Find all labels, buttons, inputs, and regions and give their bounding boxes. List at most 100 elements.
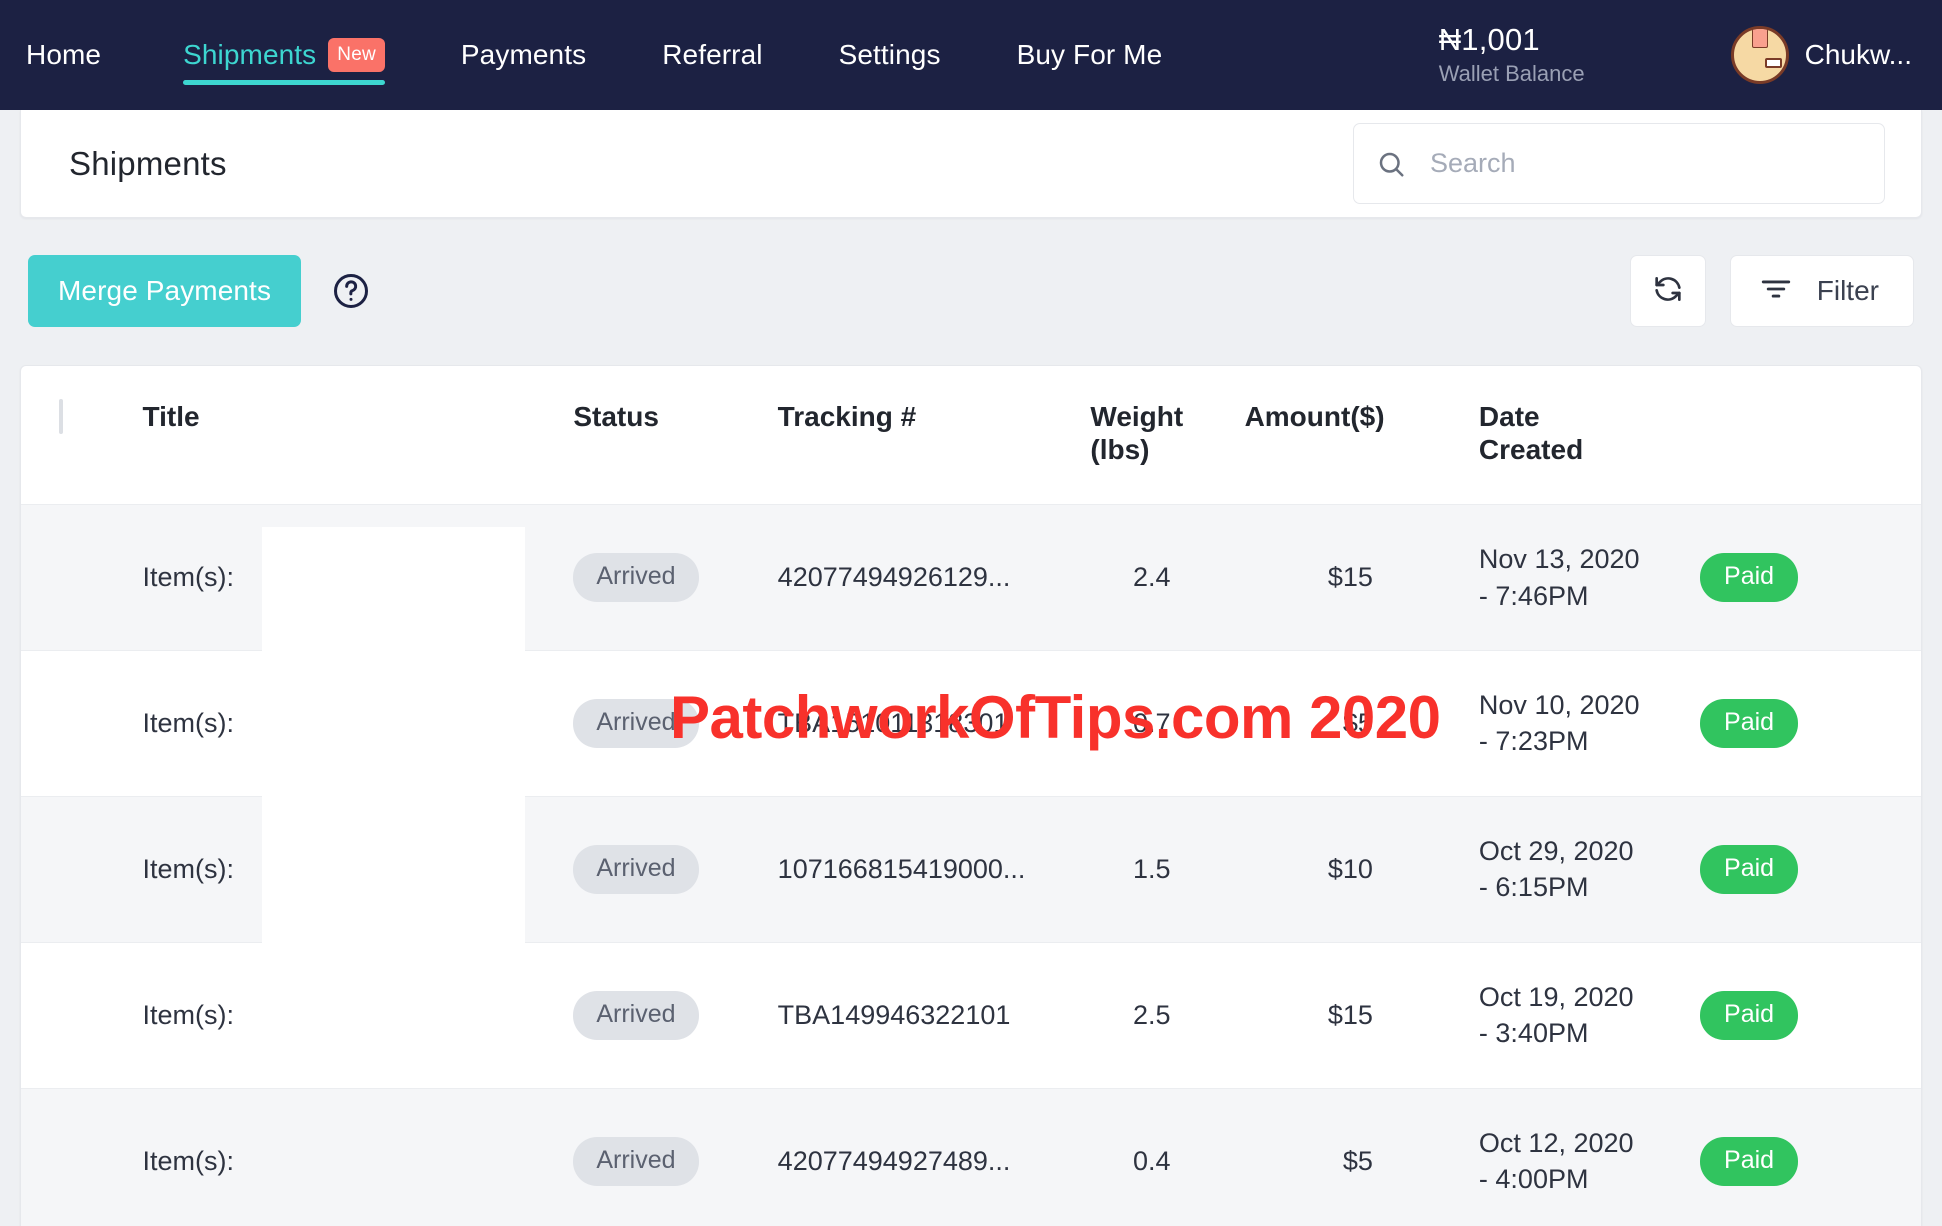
row-date-line2: - 6:15PM bbox=[1478, 872, 1589, 903]
row-date-line1: Nov 13, 2020 bbox=[1478, 544, 1640, 575]
row-amount: $10 bbox=[1327, 853, 1373, 884]
table-row[interactable]: Item(s): Arrived 42077494926129... 2.4 $… bbox=[21, 504, 1921, 651]
row-title: Item(s): bbox=[142, 999, 235, 1030]
row-date-created: Oct 12, 2020 - 4:00PM bbox=[1435, 1088, 1700, 1226]
payment-badge: Paid bbox=[1700, 698, 1799, 748]
column-header-weight: Weight (lbs) bbox=[1070, 366, 1230, 505]
filter-button-label: Filter bbox=[1816, 275, 1879, 306]
page-title: Shipments bbox=[69, 144, 227, 182]
status-badge: Arrived bbox=[573, 1136, 699, 1186]
column-header-weight-line2: (lbs) bbox=[1090, 434, 1150, 466]
actions-toolbar: Merge Payments Filter bbox=[20, 242, 1922, 340]
nav-item-settings[interactable]: Settings bbox=[801, 0, 979, 110]
row-date-created: Nov 10, 2020 - 7:23PM bbox=[1435, 650, 1700, 796]
shipments-table: Title Status Tracking # Weight (lbs) Amo… bbox=[21, 366, 1921, 1226]
merge-payments-button[interactable]: Merge Payments bbox=[28, 255, 302, 327]
nav-item-payments[interactable]: Payments bbox=[423, 0, 624, 110]
column-header-weight-line1: Weight bbox=[1090, 401, 1184, 432]
row-select-cell bbox=[21, 1088, 143, 1226]
row-weight: 0.7 bbox=[1133, 707, 1171, 738]
status-badge: Arrived bbox=[573, 990, 699, 1040]
row-weight: 1.5 bbox=[1133, 853, 1171, 884]
select-all-header bbox=[21, 366, 143, 505]
nav-item-shipments[interactable]: Shipments New bbox=[145, 0, 423, 110]
column-header-amount: Amount($) bbox=[1244, 401, 1385, 432]
row-date-line2: - 3:40PM bbox=[1478, 1018, 1589, 1049]
refresh-button[interactable] bbox=[1629, 255, 1706, 327]
table-body: Item(s): Arrived 42077494926129... 2.4 $… bbox=[21, 504, 1921, 1226]
nav-item-label: Settings bbox=[838, 39, 941, 70]
row-amount: $15 bbox=[1327, 999, 1373, 1030]
column-header-title: Title bbox=[142, 401, 200, 432]
column-header-tracking: Tracking # bbox=[777, 401, 917, 432]
payment-badge: Paid bbox=[1700, 990, 1799, 1040]
toolbar-right-group: Filter bbox=[1629, 255, 1914, 327]
row-tracking: 107166815419000... bbox=[777, 853, 1026, 884]
filter-icon bbox=[1759, 272, 1793, 311]
shipments-table-card: Title Status Tracking # Weight (lbs) Amo… bbox=[20, 365, 1922, 1226]
top-navbar: Home Shipments New Payments Referral Set… bbox=[0, 0, 1942, 110]
nav-active-underline bbox=[183, 80, 385, 85]
nav-item-label: Payments bbox=[460, 39, 587, 70]
row-tracking: TBA149946322101 bbox=[777, 999, 1011, 1030]
column-header-date-created: Date Created bbox=[1435, 366, 1700, 505]
wallet-balance[interactable]: ₦1,001 Wallet Balance bbox=[1438, 21, 1611, 88]
row-select-cell bbox=[21, 650, 143, 796]
row-select-cell bbox=[21, 942, 143, 1088]
row-title: Item(s): bbox=[142, 562, 235, 592]
nav-item-home[interactable]: Home bbox=[26, 0, 145, 110]
table-row[interactable]: Item(s): Arrived 42077494927489... 0.4 $… bbox=[21, 1088, 1921, 1226]
table-row[interactable]: Item(s): Arrived TBA151011318301 0.7 $5 … bbox=[21, 650, 1921, 797]
table-head: Title Status Tracking # Weight (lbs) Amo… bbox=[21, 366, 1921, 505]
table-row[interactable]: Item(s): Arrived TBA149946322101 2.5 $15… bbox=[21, 942, 1921, 1089]
row-date-created: Oct 19, 2020 - 3:40PM bbox=[1435, 942, 1700, 1088]
table-row[interactable]: Item(s): Arrived 107166815419000... 1.5 … bbox=[21, 796, 1921, 943]
row-weight: 2.5 bbox=[1133, 999, 1171, 1030]
row-status-cell: Arrived bbox=[573, 942, 777, 1088]
status-badge: Arrived bbox=[573, 698, 699, 748]
row-status-cell: Arrived bbox=[573, 796, 777, 942]
row-payment-cell: Paid bbox=[1700, 942, 1921, 1088]
nav-item-buy-for-me[interactable]: Buy For Me bbox=[979, 0, 1201, 110]
question-circle-icon[interactable] bbox=[331, 271, 371, 311]
row-tracking: TBA151011318301 bbox=[777, 707, 1009, 738]
row-date-created: Oct 29, 2020 - 6:15PM bbox=[1435, 796, 1700, 942]
select-all-checkbox[interactable] bbox=[59, 399, 63, 434]
package-box-avatar-icon bbox=[1730, 26, 1789, 84]
nav-item-label: Buy For Me bbox=[1016, 39, 1163, 70]
row-payment-cell: Paid bbox=[1700, 650, 1921, 796]
row-date-line2: - 7:46PM bbox=[1478, 580, 1589, 611]
column-header-status: Status bbox=[573, 401, 659, 432]
status-badge: Arrived bbox=[573, 844, 699, 894]
row-amount: $5 bbox=[1342, 707, 1373, 738]
row-payment-cell: Paid bbox=[1700, 796, 1921, 942]
row-weight: 2.4 bbox=[1133, 562, 1171, 592]
search-box[interactable] bbox=[1353, 123, 1885, 204]
nav-item-label: Shipments bbox=[183, 39, 317, 70]
nav-item-referral[interactable]: Referral bbox=[624, 0, 800, 110]
avatar-tape-detail bbox=[1751, 29, 1768, 48]
profile-menu[interactable]: Chukw... bbox=[1611, 26, 1942, 84]
row-date-line2: - 4:00PM bbox=[1478, 1164, 1589, 1194]
profile-name: Chukw... bbox=[1804, 39, 1912, 70]
avatar-label-detail bbox=[1764, 58, 1782, 68]
wallet-amount: ₦1,001 bbox=[1438, 21, 1540, 57]
row-status-cell: Arrived bbox=[573, 650, 777, 796]
row-tracking: 42077494927489... bbox=[777, 1145, 1011, 1176]
nav-new-badge: New bbox=[328, 38, 385, 72]
primary-nav: Home Shipments New Payments Referral Set… bbox=[26, 0, 1200, 110]
filter-button[interactable]: Filter bbox=[1729, 255, 1914, 327]
nav-item-label: Referral bbox=[662, 39, 763, 70]
payment-badge: Paid bbox=[1700, 553, 1799, 602]
row-date-line1: Oct 29, 2020 bbox=[1478, 835, 1634, 866]
column-header-payment bbox=[1700, 366, 1921, 505]
row-date-line1: Oct 12, 2020 bbox=[1478, 1127, 1634, 1158]
row-date-line2: - 7:23PM bbox=[1478, 726, 1589, 757]
row-select-cell bbox=[21, 505, 143, 651]
row-weight: 0.4 bbox=[1133, 1145, 1171, 1176]
table-header-row: Title Status Tracking # Weight (lbs) Amo… bbox=[21, 366, 1921, 505]
payment-badge: Paid bbox=[1700, 1136, 1799, 1186]
search-input[interactable] bbox=[1430, 148, 1862, 179]
row-title: Item(s): bbox=[142, 707, 235, 738]
row-select-cell bbox=[21, 796, 143, 942]
